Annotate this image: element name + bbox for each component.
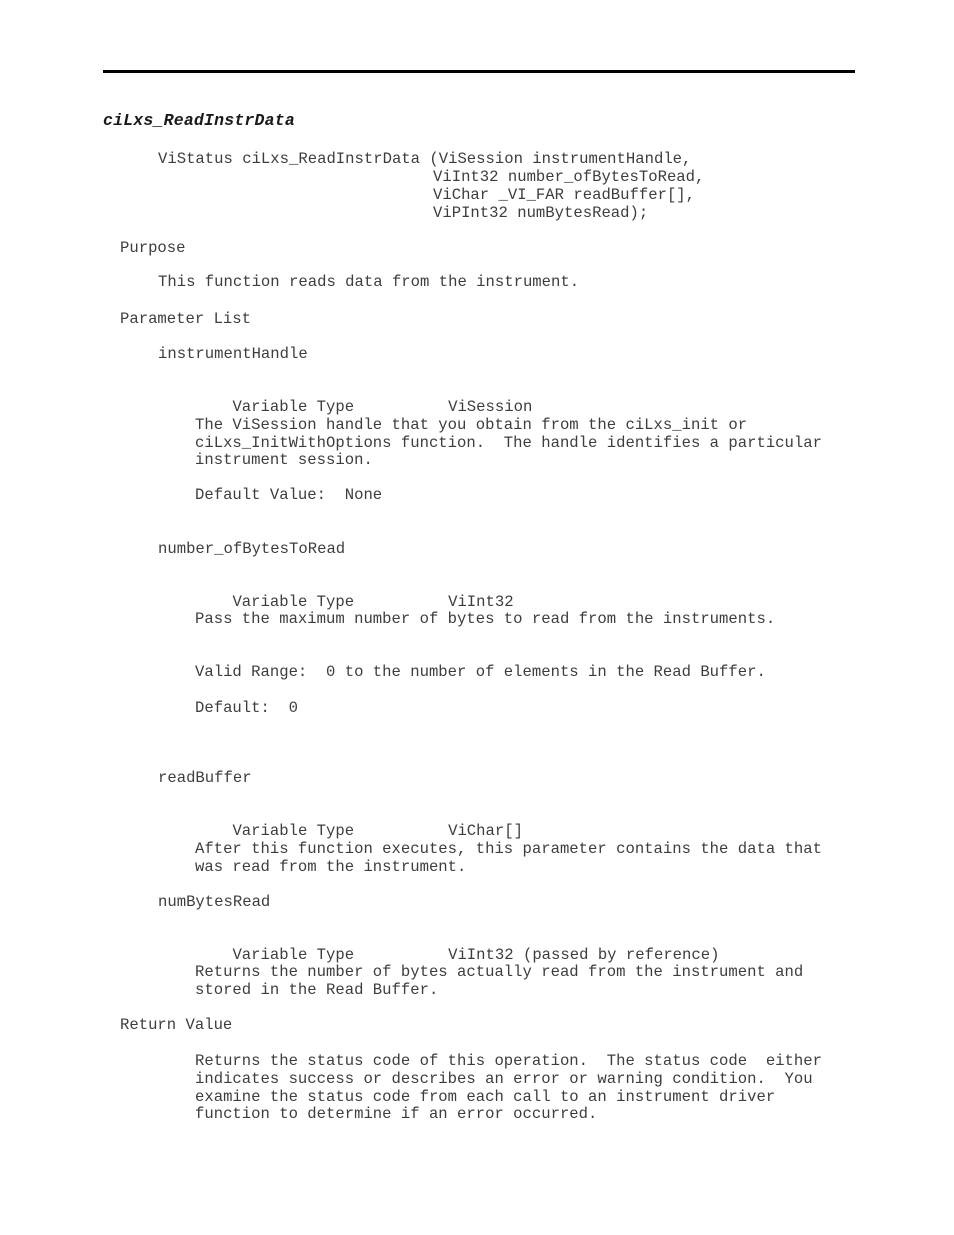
prototype-line-1: ViStatus ciLxs_ReadInstrData (ViSession … — [158, 150, 692, 168]
section-heading-purpose: Purpose — [120, 239, 186, 257]
prototype-line-2: ViInt32 number_ofBytesToRead, — [433, 168, 705, 186]
variable-type-value: ViInt32 — [448, 592, 514, 611]
parameter-name-number-ofbytestoread: number_ofBytesToRead — [158, 540, 346, 558]
page-title-function-name: ciLxs_ReadInstrData — [103, 111, 295, 130]
variable-type-value: ViChar[] — [448, 821, 523, 840]
return-value-body-line-4: function to determine if an error occurr… — [195, 1105, 598, 1123]
parameter-default-value-number-ofbytestoread: Default: 0 — [195, 699, 298, 717]
parameter-description-line-1: The ViSession handle that you obtain fro… — [195, 416, 748, 434]
parameter-name-numbytesread: numBytesRead — [158, 893, 271, 911]
parameter-description-line-1: Returns the number of bytes actually rea… — [195, 963, 804, 981]
parameter-valid-range-number-ofbytestoread: Valid Range: 0 to the number of elements… — [195, 663, 766, 681]
parameter-description-line-1: Pass the maximum number of bytes to read… — [195, 610, 776, 628]
parameter-description-line-3: instrument session. — [195, 451, 373, 469]
parameter-description-line-2: stored in the Read Buffer. — [195, 981, 439, 999]
parameter-default-value-instrumenthandle: Default Value: None — [195, 486, 383, 504]
prototype-line-4: ViPInt32 numBytesRead); — [433, 204, 649, 222]
return-value-body-line-2: indicates success or describes an error … — [195, 1070, 813, 1088]
variable-type-label: Variable Type — [232, 592, 355, 611]
variable-type-value: ViInt32 (passed by reference) — [448, 945, 720, 964]
variable-type-label: Variable Type — [232, 821, 355, 840]
parameter-name-instrumenthandle: instrumentHandle — [158, 345, 308, 363]
variable-type-label: Variable Type — [232, 397, 355, 416]
parameter-description-line-1: After this function executes, this param… — [195, 840, 822, 858]
header-divider-rule — [103, 70, 855, 73]
variable-type-label: Variable Type — [232, 945, 355, 964]
return-value-body-line-1: Returns the status code of this operatio… — [195, 1052, 822, 1070]
purpose-body-text: This function reads data from the instru… — [158, 273, 580, 291]
parameter-name-readbuffer: readBuffer — [158, 769, 252, 787]
section-heading-parameter-list: Parameter List — [120, 310, 252, 328]
prototype-line-3: ViChar _VI_FAR readBuffer[], — [433, 186, 696, 204]
document-page: ciLxs_ReadInstrData ViStatus ciLxs_ReadI… — [0, 0, 954, 1235]
parameter-description-line-2: was read from the instrument. — [195, 858, 467, 876]
section-heading-return-value: Return Value — [120, 1016, 233, 1034]
variable-type-value: ViSession — [448, 397, 533, 416]
